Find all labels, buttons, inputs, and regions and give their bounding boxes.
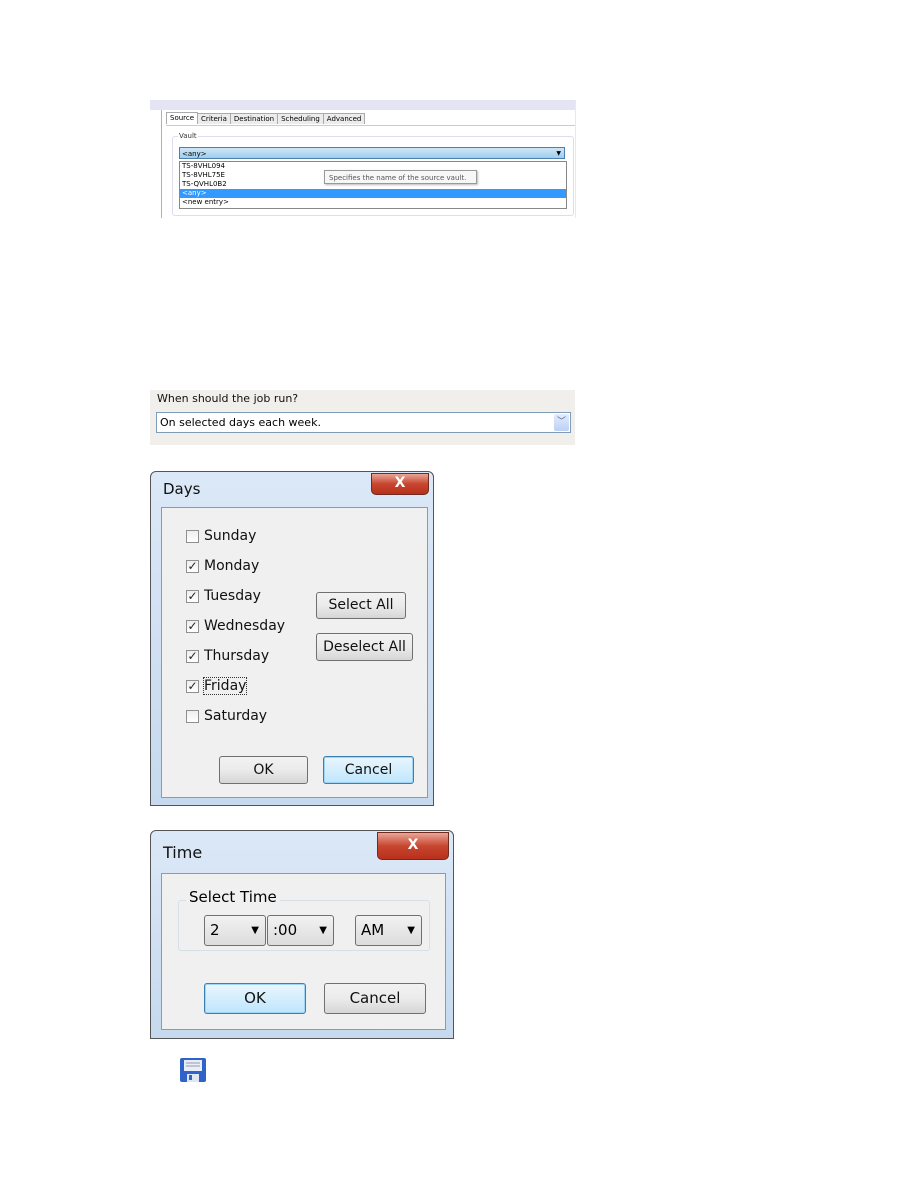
vault-dropdown-list: TS-8VHL094 TS-8VHL75E TS-QVHL0B2 <any> <… [179,161,567,209]
tab-scheduling[interactable]: Scheduling [277,113,324,124]
checkmark-icon[interactable]: ✓ [186,619,199,633]
list-item-highlighted[interactable]: <any> [180,189,566,198]
schedule-value: On selected days each week. [160,416,321,429]
tab-destination[interactable]: Destination [229,113,279,124]
close-button[interactable]: X [377,832,449,860]
chevron-down-icon: ▼ [319,925,327,936]
ampm-select[interactable]: AM ▼ [355,915,422,946]
checkbox-monday[interactable]: ✓ Monday [186,558,259,574]
tab-criteria[interactable]: Criteria [197,113,231,124]
tab-bar: Source Criteria Destination Scheduling A… [166,112,366,124]
dialog-title: Days [163,480,201,498]
vault-value: <any> [182,150,207,158]
chevron-down-icon: ▼ [251,925,259,936]
checkbox-icon[interactable] [186,709,199,723]
schedule-select[interactable]: On selected days each week. ﹀ [156,412,571,433]
chevron-down-icon: ▼ [407,925,415,936]
minute-select[interactable]: :00 ▼ [267,915,334,946]
day-label: Monday [204,558,260,574]
close-icon: X [407,837,419,853]
floppy-disk-icon[interactable] [180,1058,206,1082]
cancel-button[interactable]: Cancel [323,756,414,784]
checkmark-icon[interactable]: ✓ [186,559,199,573]
day-label: Sunday [204,528,257,544]
cancel-button[interactable]: Cancel [324,983,426,1014]
tab-source[interactable]: Source [166,112,199,124]
day-label: Wednesday [204,618,286,634]
group-label: Select Time [186,888,280,906]
checkbox-saturday[interactable]: Saturday [186,708,267,724]
ampm-value: AM [361,921,385,939]
top-band [150,100,575,110]
close-button[interactable]: X [371,473,429,495]
checkbox-sunday[interactable]: Sunday [186,528,256,544]
left-sidebar [150,110,162,218]
ok-button[interactable]: OK [204,983,306,1014]
days-dialog: Days X Sunday ✓ Monday ✓ Tuesday ✓ Wednesda… [150,471,434,806]
checkbox-wednesday[interactable]: ✓ Wednesday [186,618,285,634]
minute-value: :00 [273,921,298,939]
vault-combo[interactable]: <any> ▼ [179,147,565,159]
list-item[interactable]: <new entry> [180,198,566,207]
tab-advanced[interactable]: Advanced [322,113,366,124]
day-label: Tuesday [204,588,261,604]
checkmark-icon[interactable]: ✓ [186,589,199,603]
day-label: Saturday [204,708,268,724]
dialog-title: Time [163,843,203,862]
checkmark-icon[interactable]: ✓ [186,679,199,693]
schedule-panel: When should the job run? On selected day… [150,390,575,445]
hour-value: 2 [210,921,220,939]
checkmark-icon[interactable]: ✓ [186,649,199,663]
ok-button[interactable]: OK [219,756,308,784]
hour-select[interactable]: 2 ▼ [204,915,266,946]
checkbox-tuesday[interactable]: ✓ Tuesday [186,588,261,604]
day-label: Thursday [204,648,270,664]
source-panel: Source Criteria Destination Scheduling A… [150,100,576,218]
dialog-body: Sunday ✓ Monday ✓ Tuesday ✓ Wednesday ✓ Thur… [161,507,428,798]
tooltip: Specifies the name of the source vault. [324,170,477,184]
schedule-label: When should the job run? [157,392,299,405]
checkbox-icon[interactable] [186,529,199,543]
chevron-down-icon: ▼ [556,150,561,157]
day-label: Friday [202,677,248,695]
close-icon: X [394,475,406,491]
select-all-button[interactable]: Select All [316,592,406,619]
deselect-all-button[interactable]: Deselect All [316,633,413,661]
vault-label: Vault [178,132,198,140]
chevron-down-icon[interactable]: ﹀ [554,414,569,431]
checkbox-friday[interactable]: ✓ Friday [186,677,248,695]
divider [166,125,575,126]
time-dialog: Time X Select Time 2 ▼ :00 ▼ AM ▼ OK Cancel [150,830,454,1039]
dialog-body: Select Time 2 ▼ :00 ▼ AM ▼ OK Cancel [161,873,446,1030]
checkbox-thursday[interactable]: ✓ Thursday [186,648,269,664]
